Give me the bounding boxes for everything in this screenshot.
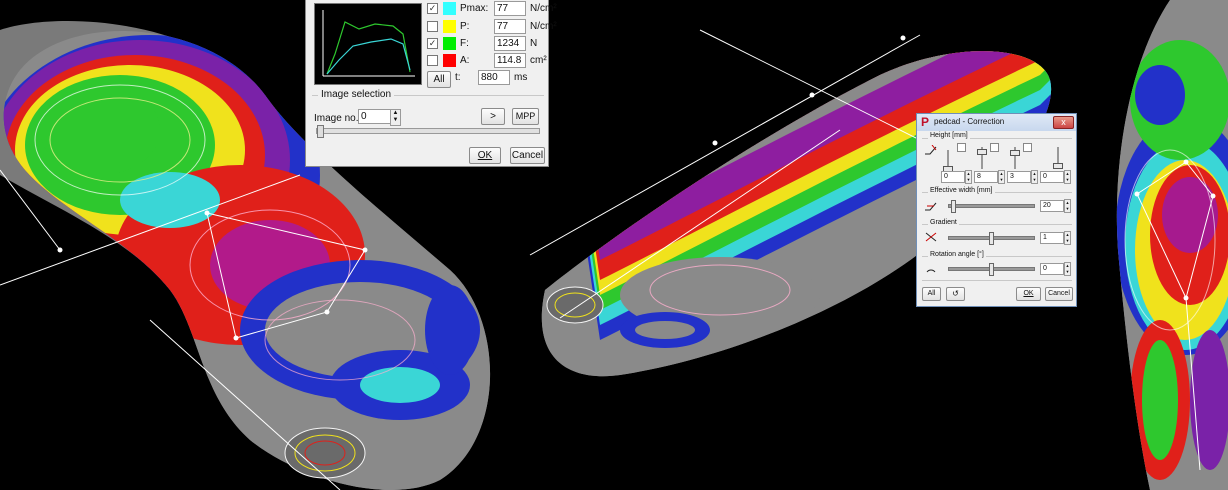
height-1-spinner[interactable]: ▲ ▼ bbox=[965, 170, 972, 184]
height-3-spinner[interactable]: ▲ ▼ bbox=[1031, 170, 1038, 184]
pressure-analysis-panel: ✓ Pmax: 77 N/cm² P: 77 N/cm² ✓ F: 1234 N… bbox=[305, 0, 557, 167]
height-3-thumb[interactable] bbox=[1010, 150, 1020, 156]
image-slider-thumb[interactable] bbox=[317, 125, 324, 138]
rotation-angle-slider[interactable] bbox=[948, 263, 1035, 276]
height-3-input[interactable]: 3 bbox=[1007, 171, 1031, 183]
measurement-row-t: t: 880 ms bbox=[455, 69, 527, 85]
image-selection-label: Image selection bbox=[318, 89, 395, 100]
measurement-row-p: P: 77 N/cm² bbox=[427, 18, 557, 34]
measurement-row-a: A: 114.8 cm² bbox=[427, 52, 547, 68]
right-insole bbox=[1116, 0, 1228, 490]
height-4-slider[interactable] bbox=[1053, 147, 1063, 169]
p-label: P: bbox=[460, 20, 470, 32]
f-color-swatch bbox=[443, 36, 456, 50]
height-1-input[interactable]: 0 bbox=[941, 171, 965, 183]
height-4-spinner[interactable]: ▲ ▼ bbox=[1064, 170, 1071, 184]
height-3-checkbox[interactable] bbox=[1023, 143, 1032, 152]
t-unit: ms bbox=[514, 71, 528, 83]
height-2-spinner[interactable]: ▲ ▼ bbox=[998, 170, 1005, 184]
t-value[interactable]: 880 bbox=[478, 69, 510, 85]
p-checkbox[interactable] bbox=[427, 20, 438, 32]
rotation-angle-label: Rotation angle [°] bbox=[928, 251, 986, 258]
next-image-button[interactable]: > bbox=[481, 108, 505, 125]
rotation-icon bbox=[926, 269, 936, 273]
pmax-color-swatch bbox=[443, 1, 456, 15]
effective-width-label: Effective width [mm] bbox=[928, 187, 995, 194]
image-no-spinner[interactable]: ▲ ▼ bbox=[390, 109, 401, 126]
force-time-graph bbox=[314, 3, 422, 85]
pmax-unit: N/cm² bbox=[530, 2, 557, 14]
a-label: A: bbox=[460, 54, 470, 66]
buttons-divider bbox=[922, 280, 1072, 281]
correction-dialog: P pedcad - Correction x Height [mm] 0 ▲ ▼… bbox=[916, 113, 1077, 307]
window-title: pedcad - Correction bbox=[934, 117, 1005, 126]
title-bar[interactable]: P pedcad - Correction x bbox=[917, 114, 1076, 131]
height-2-thumb[interactable] bbox=[977, 149, 987, 155]
gradient-label: Gradient bbox=[928, 219, 959, 226]
mpp-button[interactable]: MPP bbox=[512, 108, 539, 125]
a-unit: cm² bbox=[530, 54, 547, 66]
effective-width-thumb[interactable] bbox=[951, 200, 956, 213]
ok-button[interactable]: OK bbox=[469, 147, 501, 164]
cancel-button[interactable]: Cancel bbox=[510, 147, 545, 164]
undo-icon[interactable]: ↺ bbox=[946, 287, 965, 301]
image-no-input[interactable]: 0 bbox=[358, 109, 392, 124]
image-slider[interactable] bbox=[316, 125, 540, 138]
pmax-checkbox[interactable]: ✓ bbox=[427, 2, 438, 14]
p-color-swatch bbox=[443, 19, 456, 33]
t-label: t: bbox=[455, 71, 461, 83]
effective-width-icon bbox=[925, 202, 937, 211]
height-slope-icon bbox=[925, 145, 937, 155]
image-no-label: Image no.: bbox=[314, 113, 362, 124]
rotation-angle-spinner[interactable]: ▲ ▼ bbox=[1064, 262, 1071, 276]
height-3-slider[interactable] bbox=[1010, 147, 1020, 169]
f-unit: N bbox=[530, 37, 538, 49]
height-1-slider[interactable] bbox=[943, 150, 953, 172]
gradient-thumb[interactable] bbox=[989, 232, 994, 245]
gradient-slider[interactable] bbox=[948, 232, 1035, 245]
measurement-row-f: ✓ F: 1234 N bbox=[427, 35, 537, 51]
p-unit: N/cm² bbox=[530, 20, 557, 32]
f-checkbox[interactable]: ✓ bbox=[427, 37, 438, 49]
pmax-label: Pmax: bbox=[460, 2, 489, 14]
ok-button-label: OK bbox=[477, 150, 493, 161]
pedcad-logo: P bbox=[921, 115, 930, 129]
a-checkbox[interactable] bbox=[427, 54, 438, 66]
pmax-value[interactable]: 77 bbox=[494, 0, 526, 16]
correction-cancel-button[interactable]: Cancel bbox=[1045, 287, 1073, 301]
select-all-button[interactable]: All bbox=[427, 71, 451, 88]
f-label: F: bbox=[460, 37, 469, 49]
f-value[interactable]: 1234 bbox=[494, 35, 526, 51]
gradient-spinner[interactable]: ▲ ▼ bbox=[1064, 231, 1071, 245]
measurement-row-pmax: ✓ Pmax: 77 N/cm² bbox=[427, 0, 557, 16]
height-1-checkbox[interactable] bbox=[957, 143, 966, 152]
effective-width-spinner[interactable]: ▲ ▼ bbox=[1064, 199, 1071, 213]
correction-ok-label: OK bbox=[1023, 290, 1034, 297]
all-button[interactable]: All bbox=[922, 287, 941, 301]
close-icon[interactable]: x bbox=[1053, 116, 1074, 129]
height-label: Height [mm] bbox=[928, 132, 970, 139]
gradient-input[interactable]: 1 bbox=[1040, 232, 1064, 244]
effective-width-slider[interactable] bbox=[948, 200, 1035, 213]
a-value[interactable]: 114.8 bbox=[494, 52, 526, 68]
correction-ok-button[interactable]: OK bbox=[1016, 287, 1041, 301]
rotation-angle-input[interactable]: 0 bbox=[1040, 263, 1064, 275]
height-4-thumb[interactable] bbox=[1053, 163, 1063, 169]
a-color-swatch bbox=[443, 53, 456, 67]
height-2-slider[interactable] bbox=[977, 147, 987, 169]
height-2-input[interactable]: 8 bbox=[974, 171, 998, 183]
p-value[interactable]: 77 bbox=[494, 18, 526, 34]
height-2-checkbox[interactable] bbox=[990, 143, 999, 152]
rotation-angle-thumb[interactable] bbox=[989, 263, 994, 276]
effective-width-input[interactable]: 20 bbox=[1040, 200, 1064, 212]
gradient-icon bbox=[925, 232, 937, 242]
height-4-input[interactable]: 0 bbox=[1040, 171, 1064, 183]
